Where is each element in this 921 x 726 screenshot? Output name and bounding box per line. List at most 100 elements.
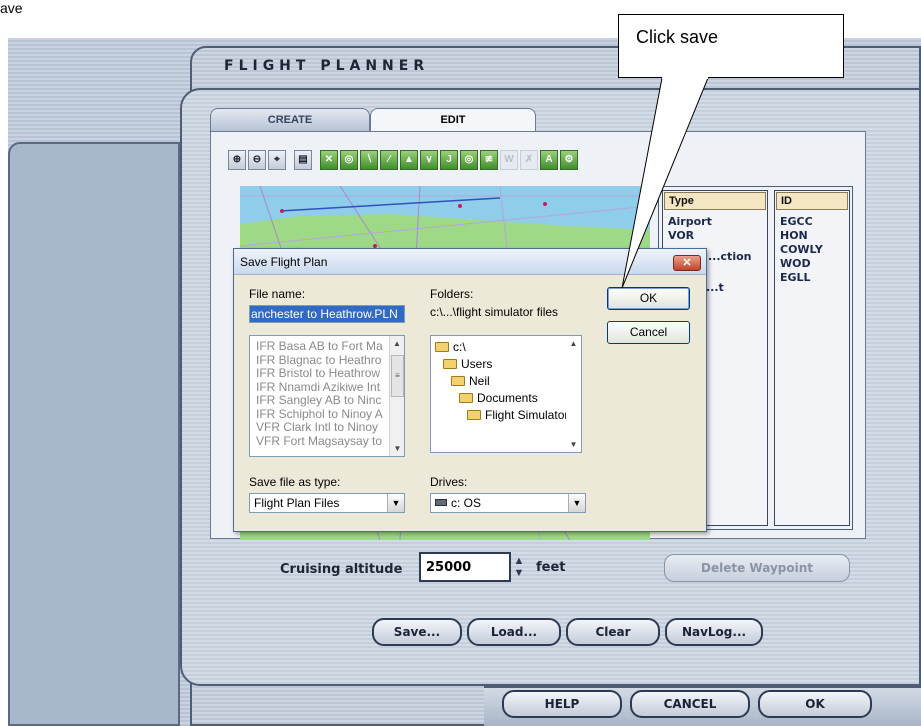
- waypoint-type[interactable]: ...t: [706, 281, 724, 294]
- ndb-filter-icon[interactable]: ∖: [360, 150, 378, 170]
- folder-tree-scrollbar[interactable]: ▲ ▼: [566, 336, 581, 452]
- spin-down-icon[interactable]: ▼: [512, 567, 526, 579]
- victor-airways-icon[interactable]: ∨: [420, 150, 438, 170]
- waypoint-type[interactable]: Airport: [668, 215, 712, 228]
- folder-label: c:\: [453, 340, 466, 354]
- scroll-down-icon[interactable]: ▼: [566, 437, 581, 452]
- folder-label: Users: [461, 357, 493, 371]
- open-folder-icon: [459, 393, 473, 403]
- id-column-header[interactable]: ID: [776, 192, 848, 210]
- folder-item[interactable]: c:\: [435, 340, 466, 354]
- waypoint-id[interactable]: EGCC: [780, 215, 813, 228]
- folders-path: c:\...\flight simulator files: [430, 305, 559, 319]
- folder-tree[interactable]: c:\ Users Neil Documents Flight Simulato…: [430, 335, 582, 453]
- folder-label: Neil: [469, 374, 490, 388]
- save-as-type-label: Save file as type:: [249, 475, 341, 489]
- clear-button[interactable]: Clear: [566, 618, 660, 646]
- load-button[interactable]: Load...: [467, 618, 561, 646]
- folder-item[interactable]: Documents: [459, 391, 538, 405]
- waypoint-id[interactable]: HON: [780, 229, 808, 242]
- list-item[interactable]: IFR Blagnac to Heathro: [250, 353, 404, 368]
- wind-icon[interactable]: ✗: [520, 150, 538, 170]
- folder-item[interactable]: Neil: [451, 374, 490, 388]
- scroll-up-icon[interactable]: ▲: [566, 336, 581, 351]
- simulator-side-panel: [8, 142, 180, 726]
- open-folder-icon: [435, 342, 449, 352]
- drive-icon: [435, 499, 447, 506]
- zoom-out-icon[interactable]: ⊖: [248, 150, 266, 170]
- delete-waypoint-button[interactable]: Delete Waypoint: [664, 554, 850, 582]
- route-icon[interactable]: ≇: [480, 150, 498, 170]
- file-list-scrollbar[interactable]: ▲ ≡ ▼: [389, 336, 404, 456]
- vor-filter-icon[interactable]: ◎: [340, 150, 358, 170]
- save-as-type-value: Flight Plan Files: [254, 496, 340, 510]
- corner-caption: ave: [0, 0, 23, 16]
- open-folder-icon: [451, 376, 465, 386]
- scroll-thumb[interactable]: ≡: [391, 355, 404, 397]
- file-name-label: File name:: [249, 287, 306, 301]
- chevron-down-icon[interactable]: ▼: [387, 494, 404, 512]
- map-toolbar: ⊕ ⊖ ⌖ ▤ ✕ ◎ ∖ ∕ ▲ ∨ J ◎ ≇ W ✗ A ⚙: [228, 150, 578, 174]
- planner-title: FLIGHT PLANNER: [224, 58, 430, 74]
- map-view-icon[interactable]: ▤: [294, 150, 312, 170]
- altitude-spinner[interactable]: ▲ ▼: [512, 555, 526, 579]
- waypoint-id[interactable]: EGLL: [780, 271, 811, 284]
- dialog-ok-button[interactable]: OK: [607, 287, 690, 310]
- list-item[interactable]: IFR Bristol to Heathrow: [250, 366, 404, 381]
- waypoint-id[interactable]: COWLY: [780, 243, 823, 256]
- open-folder-icon: [467, 410, 481, 420]
- save-button[interactable]: Save...: [372, 618, 462, 646]
- file-list[interactable]: IFR Basa AB to Fort Ma IFR Blagnac to He…: [249, 335, 405, 457]
- list-item[interactable]: IFR Sangley AB to Ninc: [250, 393, 404, 408]
- drives-select[interactable]: c: OS ▼: [430, 493, 586, 513]
- settings-icon[interactable]: ⚙: [560, 150, 578, 170]
- spin-up-icon[interactable]: ▲: [512, 555, 526, 567]
- help-button[interactable]: HELP: [502, 690, 622, 718]
- save-as-type-select[interactable]: Flight Plan Files ▼: [249, 493, 405, 513]
- navlog-button[interactable]: NavLog...: [665, 618, 763, 646]
- type-column-header[interactable]: Type: [664, 192, 766, 210]
- drives-label: Drives:: [430, 475, 468, 489]
- dialog-close-icon[interactable]: ✕: [673, 255, 701, 271]
- airport-filter-icon[interactable]: ✕: [320, 150, 338, 170]
- waypoint-type[interactable]: VOR: [668, 229, 694, 242]
- tab-edit[interactable]: EDIT: [370, 108, 536, 132]
- list-item[interactable]: IFR Basa AB to Fort Ma: [250, 339, 404, 354]
- altitude-unit: feet: [536, 560, 566, 575]
- file-name-input[interactable]: anchester to Heathrow.PLN: [249, 305, 405, 323]
- folder-item[interactable]: Flight Simulator Fil: [467, 408, 581, 422]
- list-item[interactable]: IFR Nnamdi Azikiwe Int: [250, 380, 404, 395]
- waypoint-type[interactable]: ...ction: [708, 250, 751, 263]
- dialog-title: Save Flight Plan: [234, 249, 706, 275]
- cancel-button[interactable]: CANCEL: [630, 690, 750, 718]
- ok-button[interactable]: OK: [758, 690, 872, 718]
- screenshot-stage: ave – × FLIGHT PLANNER CREATE EDIT ⊕ ⊖ ⌖…: [0, 0, 921, 726]
- waypoint-id[interactable]: WOD: [780, 257, 811, 270]
- list-item[interactable]: VFR Clark Intl to Ninoy: [250, 420, 404, 435]
- label-toggle-icon[interactable]: A: [540, 150, 558, 170]
- scroll-down-icon[interactable]: ▼: [390, 441, 404, 456]
- folder-label: Documents: [477, 391, 538, 405]
- folder-item[interactable]: Users: [443, 357, 492, 371]
- cruising-altitude-input[interactable]: 25000: [419, 552, 511, 582]
- chevron-down-icon[interactable]: ▼: [568, 494, 585, 512]
- folders-label: Folders:: [430, 287, 474, 301]
- scroll-up-icon[interactable]: ▲: [390, 336, 404, 351]
- airway-low-icon[interactable]: ∕: [380, 150, 398, 170]
- open-folder-icon: [443, 359, 457, 369]
- tab-create[interactable]: CREATE: [210, 108, 370, 132]
- callout-text: Click save: [636, 27, 719, 47]
- drives-value: c: OS: [451, 496, 482, 510]
- dialog-cancel-button[interactable]: Cancel: [607, 321, 690, 344]
- list-item[interactable]: VFR Fort Magsaysay to: [250, 434, 404, 449]
- center-map-icon[interactable]: ⌖: [268, 150, 286, 170]
- jet-airways-icon[interactable]: J: [440, 150, 458, 170]
- cruising-altitude-label: Cruising altitude: [280, 562, 403, 577]
- weather-icon[interactable]: W: [500, 150, 518, 170]
- terrain-icon[interactable]: ◎: [460, 150, 478, 170]
- save-flight-plan-dialog: Save Flight Plan ✕ File name: anchester …: [233, 248, 707, 532]
- zoom-in-icon[interactable]: ⊕: [228, 150, 246, 170]
- list-item[interactable]: IFR Schiphol to Ninoy A: [250, 407, 404, 422]
- intersection-filter-icon[interactable]: ▲: [400, 150, 418, 170]
- file-name-value: anchester to Heathrow.PLN: [250, 306, 404, 322]
